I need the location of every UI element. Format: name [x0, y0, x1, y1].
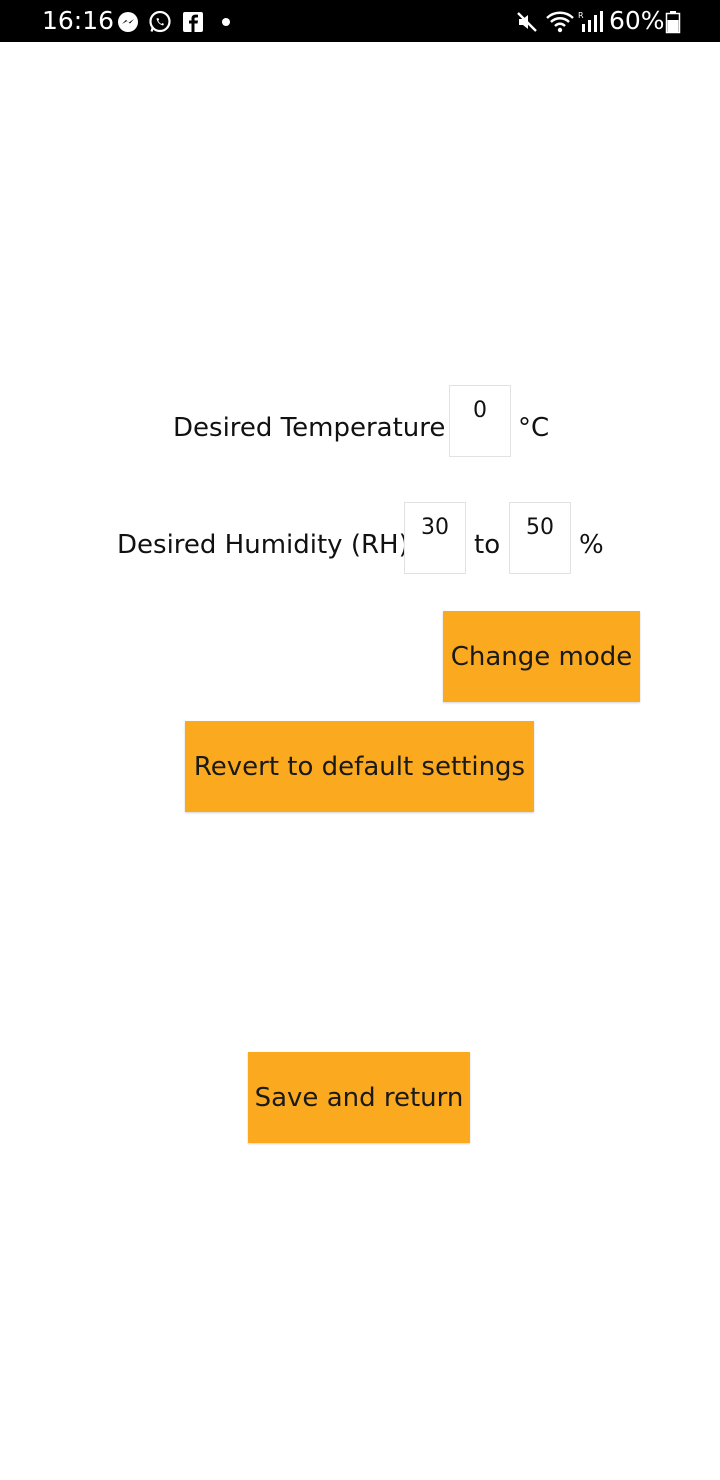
status-time: 16:16	[42, 6, 115, 35]
mute-icon	[515, 10, 539, 34]
save-and-return-button[interactable]: Save and return	[248, 1052, 470, 1143]
facebook-icon	[181, 10, 205, 34]
messenger-icon	[116, 10, 140, 34]
humidity-max-input[interactable]	[509, 502, 571, 574]
humidity-unit: %	[579, 530, 604, 560]
temperature-input[interactable]	[449, 385, 511, 457]
wifi-icon	[545, 10, 575, 34]
dot-icon	[218, 14, 234, 30]
battery-icon	[665, 10, 681, 34]
humidity-label: Desired Humidity (RH)	[117, 530, 409, 560]
battery-percentage: 60%	[609, 6, 665, 35]
change-mode-button[interactable]: Change mode	[443, 611, 640, 702]
humidity-separator: to	[474, 530, 501, 560]
whatsapp-icon	[148, 10, 172, 34]
temperature-unit: °C	[518, 413, 550, 443]
svg-text:R: R	[578, 11, 584, 20]
humidity-min-input[interactable]	[404, 502, 466, 574]
revert-default-settings-button[interactable]: Revert to default settings	[185, 721, 534, 812]
signal-icon: R	[578, 10, 604, 34]
temperature-label: Desired Temperature	[173, 413, 446, 443]
status-bar: 16:16 R 60%	[0, 0, 720, 42]
